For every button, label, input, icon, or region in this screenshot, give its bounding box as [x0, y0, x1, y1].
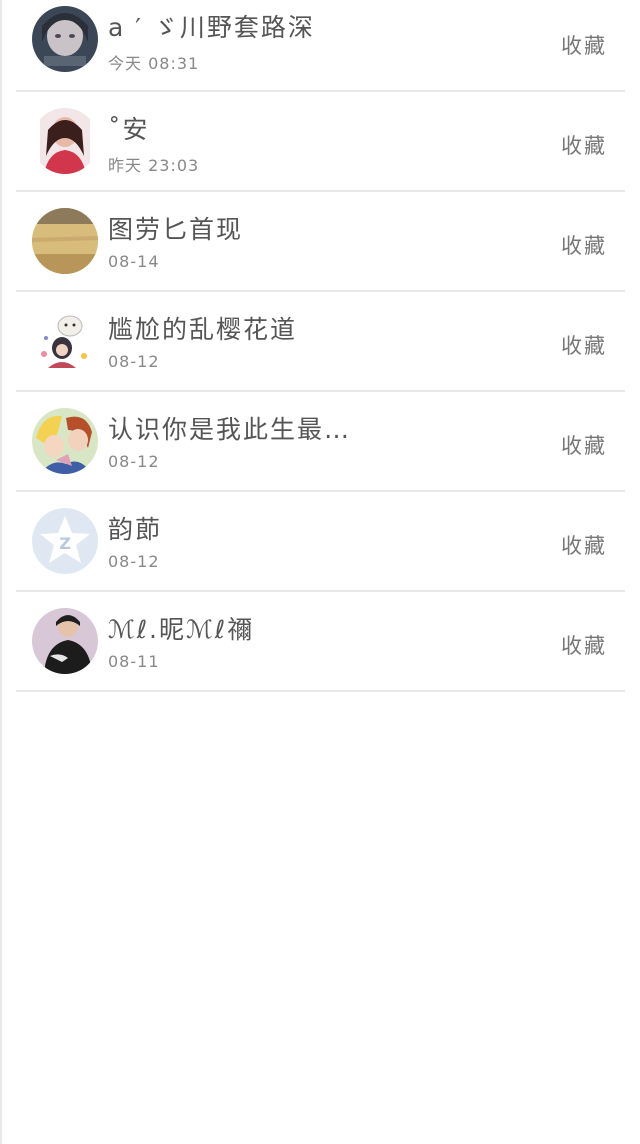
contact-name: 韵莭 — [108, 515, 163, 544]
contact-time: 08-12 — [108, 452, 160, 471]
avatar[interactable] — [32, 608, 98, 674]
contact-time: 今天 08:31 — [108, 54, 200, 73]
favorite-button[interactable]: 收藏 — [561, 430, 607, 460]
avatar[interactable] — [32, 408, 98, 474]
contact-time: 08-12 — [108, 352, 160, 371]
contact-time: 08-14 — [108, 252, 160, 271]
list-item[interactable]: ℳℓ.昵ℳℓ禰 08-11 收藏 — [16, 592, 625, 692]
contact-time: 08-11 — [108, 652, 160, 671]
list-item[interactable]: Z 韵莭 08-12 收藏 — [16, 492, 625, 592]
list-item[interactable]: ˚安 昨天 23:03 收藏 — [16, 92, 625, 192]
list-item[interactable]: 图劳匕首现 08-14 收藏 — [16, 192, 625, 292]
svg-text:Z: Z — [59, 534, 71, 553]
avatar[interactable] — [32, 308, 98, 374]
avatar[interactable] — [32, 6, 98, 72]
contact-name: 图劳匕首现 — [108, 215, 244, 244]
avatar[interactable]: Z — [32, 508, 98, 574]
favorite-button[interactable]: 收藏 — [561, 230, 607, 260]
list-item[interactable]: 认识你是我此生最… 08-12 收藏 — [16, 392, 625, 492]
contact-name: a ′ ゞ川野套路深 — [108, 13, 315, 42]
left-edge-divider — [0, 0, 2, 1144]
contact-list: a ′ ゞ川野套路深 今天 08:31 收藏 ˚安 昨天 23:03 收藏 图劳… — [16, 0, 625, 692]
contact-time: 08-12 — [108, 552, 160, 571]
contact-name: ℳℓ.昵ℳℓ禰 — [108, 615, 255, 644]
favorite-button[interactable]: 收藏 — [561, 630, 607, 660]
avatar[interactable] — [32, 108, 98, 174]
list-item[interactable]: 尴尬的乱樱花道 08-12 收藏 — [16, 292, 625, 392]
favorite-button[interactable]: 收藏 — [561, 30, 607, 60]
favorite-button[interactable]: 收藏 — [561, 330, 607, 360]
contact-time: 昨天 23:03 — [108, 156, 200, 175]
favorite-button[interactable]: 收藏 — [561, 130, 607, 160]
contact-name: 认识你是我此生最… — [108, 415, 352, 444]
contact-name: 尴尬的乱樱花道 — [108, 315, 298, 344]
list-item[interactable]: a ′ ゞ川野套路深 今天 08:31 收藏 — [16, 0, 625, 92]
favorite-button[interactable]: 收藏 — [561, 530, 607, 560]
contact-name: ˚安 — [108, 115, 150, 144]
avatar[interactable] — [32, 208, 98, 274]
